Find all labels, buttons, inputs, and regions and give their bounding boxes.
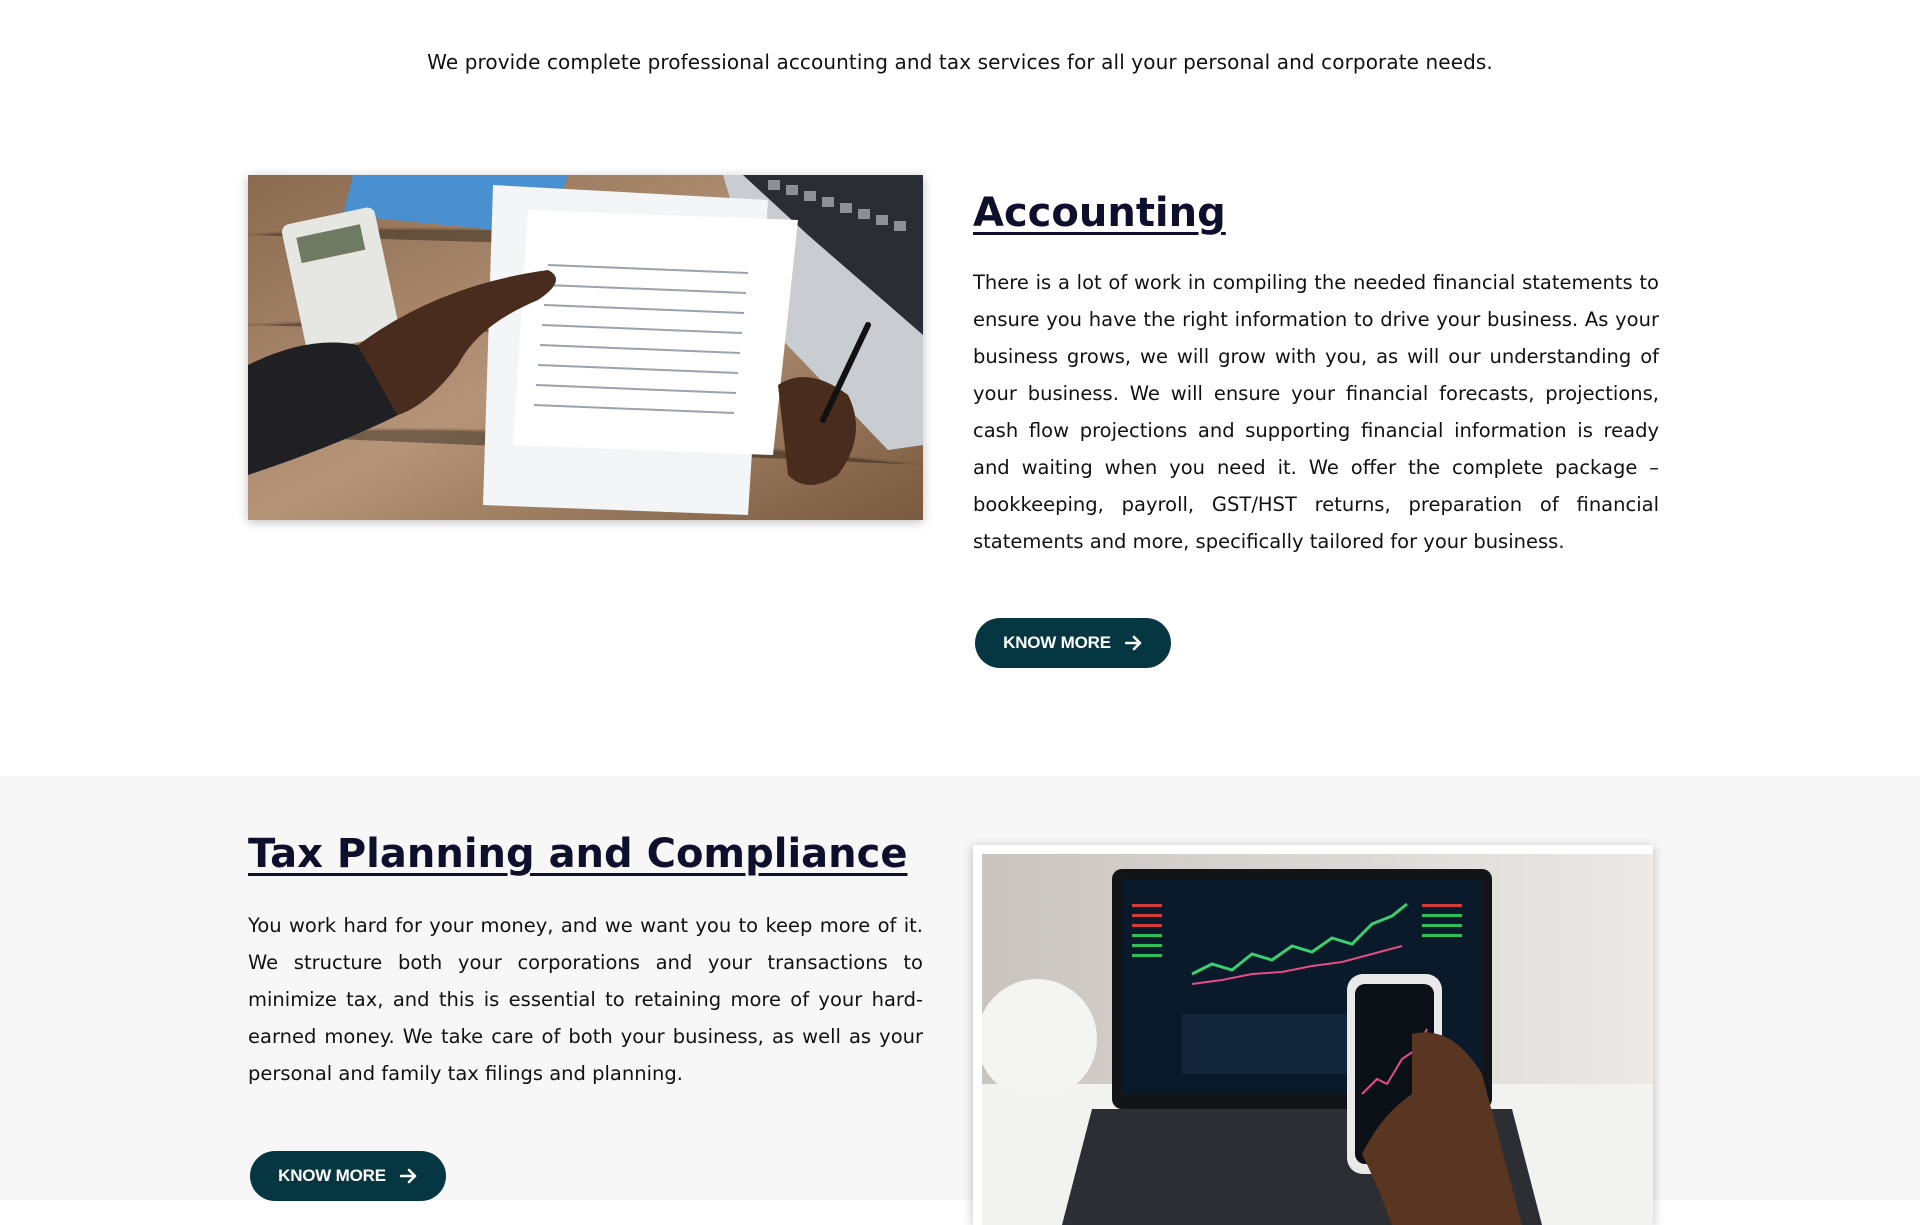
know-more-label: KNOW MORE (1003, 633, 1111, 652)
arrow-right-icon (1124, 635, 1143, 651)
tax-description: You work hard for your money, and we wan… (248, 914, 923, 1085)
arrow-right-icon (399, 1168, 418, 1184)
accounting-description: There is a lot of work in compiling the … (973, 271, 1659, 553)
accounting-photo (248, 175, 923, 520)
tax-section: Tax Planning and Compliance You work har… (0, 776, 1920, 1225)
accounting-know-more-button[interactable]: KNOW MORE (975, 618, 1171, 668)
know-more-label: KNOW MORE (278, 1166, 386, 1185)
tax-know-more-button[interactable]: KNOW MORE (250, 1151, 446, 1201)
intro-text: We provide complete professional account… (427, 50, 1493, 74)
accounting-title[interactable]: Accounting (973, 190, 1226, 236)
tax-photo (973, 845, 1653, 1225)
tax-title[interactable]: Tax Planning and Compliance (248, 831, 907, 877)
accounting-section: Accounting There is a lot of work in com… (0, 120, 1920, 776)
